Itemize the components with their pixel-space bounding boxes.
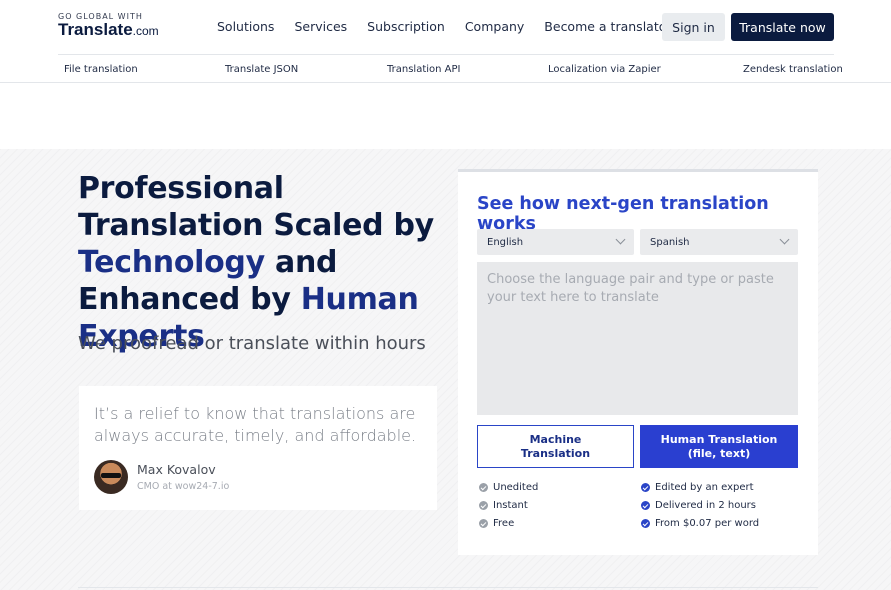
logo-name: Translate [58, 20, 133, 39]
nav-subscription[interactable]: Subscription [367, 19, 445, 34]
sign-in-button[interactable]: Sign in [662, 13, 725, 41]
human-feature-price: From $0.07 per word [641, 518, 759, 529]
source-language-value: English [487, 237, 524, 248]
check-icon [641, 483, 650, 492]
nav-services[interactable]: Services [294, 19, 347, 34]
check-icon [641, 501, 650, 510]
testimonial-card: It’s a relief to know that translations … [79, 386, 437, 510]
testimonial-author-name: Max Kovalov [137, 462, 216, 477]
machine-feature-instant: Instant [479, 500, 528, 511]
human-translation-button[interactable]: Human Translation (file, text) [640, 425, 798, 468]
logo[interactable]: GO GLOBAL WITH Translate.com [58, 12, 159, 40]
translation-widget: See how next-gen translation works Engli… [458, 169, 818, 555]
nav-company[interactable]: Company [465, 19, 524, 34]
widget-title: See how next-gen translation works [477, 194, 769, 234]
machine-translation-button[interactable]: Machine Translation [477, 425, 634, 468]
subnav-file-translation[interactable]: File translation [64, 64, 138, 75]
chevron-down-icon [615, 234, 626, 245]
check-icon [479, 501, 488, 510]
translate-now-button[interactable]: Translate now [731, 13, 834, 41]
sub-nav: File translation Translate JSON Translat… [0, 55, 891, 83]
headline-accent-technology: Technology [78, 245, 265, 280]
testimonial-quote: It’s a relief to know that translations … [94, 404, 417, 445]
source-language-select[interactable]: English [477, 229, 634, 255]
subnav-localization-zapier[interactable]: Localization via Zapier [548, 64, 661, 75]
machine-label-line-2: Translation [520, 446, 591, 460]
check-icon [479, 483, 488, 492]
hero-subheading: We proofread or translate within hours [78, 333, 426, 354]
nav-become-translator[interactable]: Become a translator [544, 19, 671, 34]
main-nav: Solutions Services Subscription Company … [217, 19, 692, 34]
feature-label: Delivered in 2 hours [655, 500, 757, 511]
source-text-input[interactable] [477, 262, 798, 415]
human-label-line-1: Human Translation [660, 432, 778, 446]
target-language-value: Spanish [650, 237, 690, 248]
machine-label-line-1: Machine [529, 432, 582, 446]
feature-label: Edited by an expert [655, 482, 754, 493]
avatar [94, 460, 128, 494]
machine-feature-unedited: Unedited [479, 482, 538, 493]
human-label-line-2: (file, text) [687, 446, 751, 460]
check-icon [641, 519, 650, 528]
headline-part-1: Professional Translation Scaled by [78, 171, 434, 243]
testimonial-author-role: CMO at wow24-7.io [137, 481, 230, 492]
target-language-select[interactable]: Spanish [640, 229, 798, 255]
subnav-translate-json[interactable]: Translate JSON [225, 64, 298, 75]
logo-domain: .com [132, 24, 159, 38]
nav-solutions[interactable]: Solutions [217, 19, 274, 34]
feature-label: From $0.07 per word [655, 518, 760, 529]
subnav-zendesk-translation[interactable]: Zendesk translation [743, 64, 843, 75]
feature-label: Instant [493, 500, 528, 511]
machine-feature-free: Free [479, 518, 514, 529]
section-divider [78, 587, 818, 588]
logo-wordmark: Translate.com [58, 21, 159, 40]
feature-label: Free [493, 518, 515, 529]
chevron-down-icon [779, 234, 790, 245]
human-feature-edited: Edited by an expert [641, 482, 754, 493]
subnav-translation-api[interactable]: Translation API [387, 64, 461, 75]
feature-label: Unedited [493, 482, 539, 493]
hero-headline: Professional Translation Scaled by Techn… [78, 170, 448, 355]
human-feature-delivered: Delivered in 2 hours [641, 500, 756, 511]
check-icon [479, 519, 488, 528]
site-header: GO GLOBAL WITH Translate.com Solutions S… [0, 0, 891, 55]
